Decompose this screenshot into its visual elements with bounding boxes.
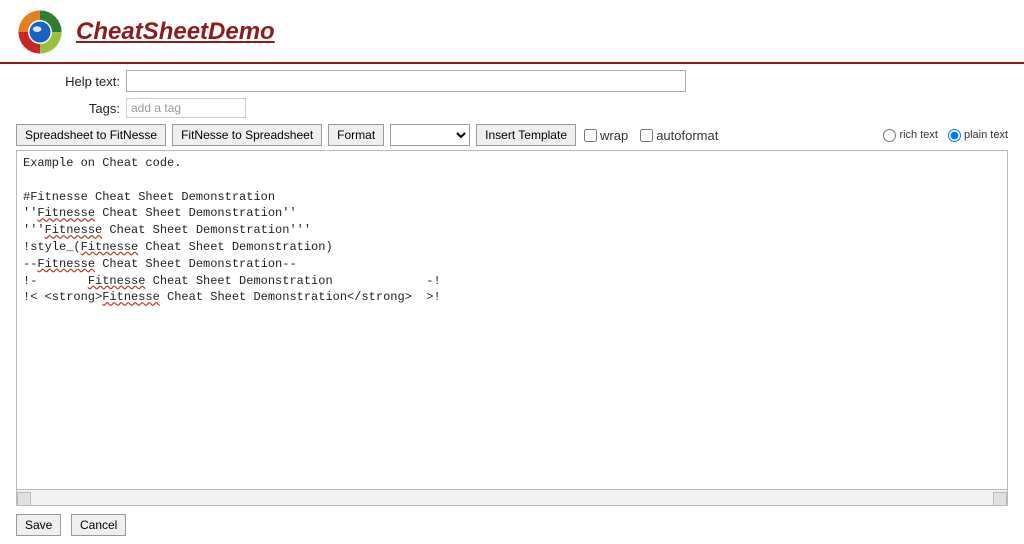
autoformat-label[interactable]: autoformat: [656, 128, 718, 143]
page-title-link[interactable]: CheatSheetDemo: [76, 18, 275, 46]
insert-template-button[interactable]: Insert Template: [476, 124, 576, 146]
cancel-button[interactable]: Cancel: [71, 514, 126, 536]
help-text-label: Help text:: [16, 74, 126, 89]
wiki-source-editor[interactable]: Example on Cheat code. #Fitnesse Cheat S…: [16, 150, 1008, 490]
template-dropdown[interactable]: [390, 124, 470, 146]
wrap-checkbox[interactable]: [584, 129, 597, 142]
fitnesse-logo-icon: [16, 8, 64, 56]
plain-text-radio[interactable]: [948, 129, 961, 142]
spreadsheet-to-fitnesse-button[interactable]: Spreadsheet to FitNesse: [16, 124, 166, 146]
fitnesse-to-spreadsheet-button[interactable]: FitNesse to Spreadsheet: [172, 124, 322, 146]
plain-text-label[interactable]: plain text: [964, 129, 1008, 141]
resize-grip-icon[interactable]: [995, 493, 1005, 503]
editor-toolbar: Spreadsheet to FitNesse FitNesse to Spre…: [0, 118, 1024, 150]
rich-text-radio[interactable]: [883, 129, 896, 142]
autoformat-checkbox[interactable]: [640, 129, 653, 142]
tags-row: Tags:: [0, 98, 1024, 118]
app-header: CheatSheetDemo: [0, 0, 1024, 64]
wrap-label[interactable]: wrap: [600, 128, 628, 143]
help-text-input[interactable]: [126, 70, 686, 92]
tags-input[interactable]: [126, 98, 246, 118]
rich-text-label[interactable]: rich text: [899, 129, 938, 141]
format-button[interactable]: Format: [328, 124, 384, 146]
save-button[interactable]: Save: [16, 514, 61, 536]
editor-horizontal-scrollbar[interactable]: [16, 490, 1008, 506]
tags-label: Tags:: [16, 101, 126, 116]
help-text-row: Help text:: [0, 70, 1024, 92]
